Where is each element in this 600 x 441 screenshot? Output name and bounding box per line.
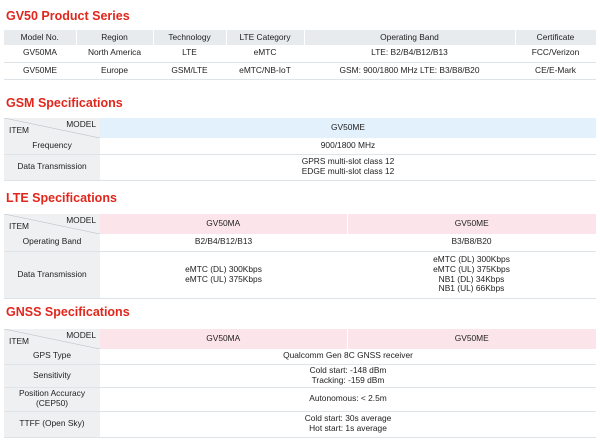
table-row: Frequency 900/1800 MHz: [4, 138, 596, 155]
row-value: GPRS multi-slot class 12 EDGE multi-slot…: [100, 154, 596, 181]
gnss-table: MODEL ITEM GV50MA GV50ME GPS Type Qualco…: [4, 329, 596, 438]
cell-region: North America: [76, 45, 153, 63]
gnss-corner-cell: MODEL ITEM: [4, 329, 100, 349]
table-row: GV50MA North America LTE eMTC LTE: B2/B4…: [4, 45, 596, 63]
table-row: Position Accuracy (CEP50) Autonomous: < …: [4, 387, 596, 412]
corner-item-label: ITEM: [9, 125, 30, 136]
cell-model: GV50ME: [4, 62, 76, 80]
row-value-ma: B2/B4/B12/B13: [100, 234, 347, 252]
gsm-table: MODEL ITEM GV50ME Frequency 900/1800 MHz…: [4, 118, 596, 181]
row-label: Data Transmission: [4, 154, 100, 181]
corner-model-label: MODEL: [66, 119, 96, 129]
table-row: GPS Type Qualcomm Gen 8C GNSS receiver: [4, 349, 596, 365]
row-label: Frequency: [4, 138, 100, 155]
label-line: (CEP50): [35, 398, 69, 408]
gnss-title: GNSS Specifications: [6, 305, 130, 319]
row-value-me: B3/B8/B20: [347, 234, 596, 252]
row-value: 900/1800 MHz: [100, 138, 596, 155]
spec-sheet-page: GV50 Product Series Model No. Region Tec…: [0, 0, 600, 441]
row-value: Cold start: -148 dBm Tracking: -159 dBm: [100, 364, 596, 388]
table-row: GV50ME Europe GSM/LTE eMTC/NB-IoT GSM: 9…: [4, 62, 596, 80]
gsm-header-row: MODEL ITEM GV50ME: [4, 118, 596, 138]
cell-region: Europe: [76, 62, 153, 80]
cell-operating-band: LTE: B2/B4/B12/B13: [304, 45, 515, 63]
cell-technology: GSM/LTE: [153, 62, 226, 80]
table-row: Sensitivity Cold start: -148 dBm Trackin…: [4, 364, 596, 388]
lte-corner-cell: MODEL ITEM: [4, 214, 100, 234]
table-row: Data Transmission eMTC (DL) 300Kbps eMTC…: [4, 251, 596, 299]
table-row: Operating Band B2/B4/B12/B13 B3/B8/B20: [4, 234, 596, 252]
corner-item-label: ITEM: [9, 221, 30, 232]
product-series-title: GV50 Product Series: [6, 9, 130, 23]
row-label: Position Accuracy (CEP50): [4, 387, 100, 412]
header-technology: Technology: [153, 30, 227, 45]
header-certificate: Certificate: [515, 30, 597, 45]
lte-header-row: MODEL ITEM GV50MA GV50ME: [4, 214, 596, 234]
row-value-ma: eMTC (DL) 300Kbps eMTC (UL) 375Kbps: [100, 251, 347, 299]
gsm-corner-cell: MODEL ITEM: [4, 118, 100, 138]
header-lte-category: LTE Category: [226, 30, 305, 45]
gsm-title: GSM Specifications: [6, 96, 123, 110]
value-line: eMTC (UL) 375Kbps: [185, 273, 262, 284]
gnss-model-header-me: GV50ME: [347, 329, 596, 349]
lte-model-header-ma: GV50MA: [100, 214, 348, 234]
row-label: TTFF (Open Sky): [4, 411, 100, 438]
row-value: Qualcomm Gen 8C GNSS receiver: [100, 349, 596, 365]
corner-item-label: ITEM: [9, 336, 30, 347]
value-line: Hot start: 1s average: [309, 423, 387, 433]
cell-model: GV50MA: [4, 45, 76, 63]
cell-certificate: CE/E-Mark: [515, 62, 596, 80]
corner-model-label: MODEL: [66, 330, 96, 340]
value-line: EDGE multi-slot class 12: [301, 166, 395, 176]
corner-model-label: MODEL: [66, 215, 96, 225]
lte-title: LTE Specifications: [6, 191, 117, 205]
cell-certificate: FCC/Verizon: [515, 45, 596, 63]
product-series-header-row: Model No. Region Technology LTE Category…: [4, 30, 597, 45]
gnss-header-row: MODEL ITEM GV50MA GV50ME: [4, 329, 596, 349]
header-operating-band: Operating Band: [304, 30, 516, 45]
row-value: Autonomous: < 2.5m: [100, 387, 596, 412]
gsm-model-header: GV50ME: [100, 118, 596, 138]
cell-lte-category: eMTC: [226, 45, 304, 63]
row-label: Operating Band: [4, 234, 100, 252]
cell-lte-category: eMTC/NB-IoT: [226, 62, 304, 80]
lte-model-header-me: GV50ME: [347, 214, 596, 234]
row-label: Sensitivity: [4, 364, 100, 388]
header-model-no: Model No.: [4, 30, 77, 45]
cell-operating-band: GSM: 900/1800 MHz LTE: B3/B8/B20: [304, 62, 515, 80]
value-line: Tracking: -159 dBm: [311, 374, 385, 385]
row-label: Data Transmission: [4, 251, 100, 299]
row-value: Cold start: 30s average Hot start: 1s av…: [100, 411, 596, 438]
row-label: GPS Type: [4, 349, 100, 365]
cell-technology: LTE: [153, 45, 226, 63]
table-row: Data Transmission GPRS multi-slot class …: [4, 154, 596, 181]
gnss-model-header-ma: GV50MA: [100, 329, 348, 349]
row-value-me: eMTC (DL) 300Kbps eMTC (UL) 375Kbps NB1 …: [347, 251, 596, 299]
lte-table: MODEL ITEM GV50MA GV50ME Operating Band …: [4, 214, 596, 299]
header-region: Region: [76, 30, 154, 45]
product-series-table: Model No. Region Technology LTE Category…: [4, 30, 597, 80]
value-line: NB1 (UL) 66Kbps: [438, 283, 505, 294]
table-row: TTFF (Open Sky) Cold start: 30s average …: [4, 411, 596, 438]
